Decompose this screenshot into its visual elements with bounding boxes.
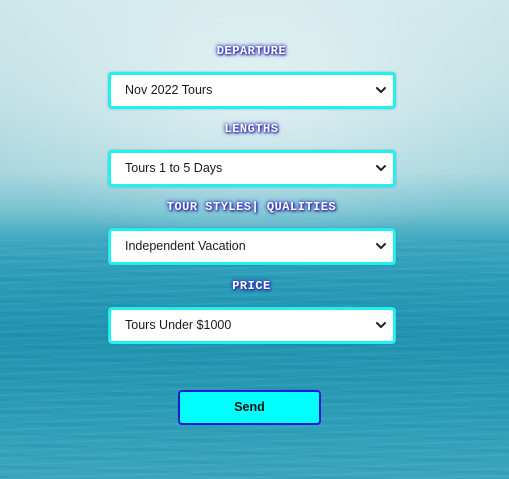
tour-styles-selected-value: Independent Vacation bbox=[125, 239, 246, 253]
lengths-label: LENGTHS bbox=[224, 122, 279, 136]
price-select[interactable]: Tours Under $1000 bbox=[108, 307, 396, 344]
background-sky-haze bbox=[0, 0, 509, 230]
price-selected-value: Tours Under $1000 bbox=[125, 318, 232, 332]
lengths-select[interactable]: Tours 1 to 5 Days bbox=[108, 150, 396, 187]
departure-label: DEPARTURE bbox=[216, 44, 287, 58]
price-label: PRICE bbox=[232, 279, 271, 293]
chevron-down-icon bbox=[376, 165, 386, 171]
chevron-down-icon bbox=[376, 322, 386, 328]
background-sea bbox=[0, 240, 509, 479]
tour-styles-label: TOUR STYLES| QUALITIES bbox=[166, 200, 337, 214]
chevron-down-icon bbox=[376, 243, 386, 249]
tour-styles-select[interactable]: Independent Vacation bbox=[108, 228, 396, 265]
departure-select[interactable]: Nov 2022 Tours bbox=[108, 72, 396, 109]
lengths-selected-value: Tours 1 to 5 Days bbox=[125, 161, 223, 175]
departure-selected-value: Nov 2022 Tours bbox=[125, 83, 213, 97]
send-button[interactable]: Send bbox=[178, 390, 321, 425]
chevron-down-icon bbox=[376, 87, 386, 93]
